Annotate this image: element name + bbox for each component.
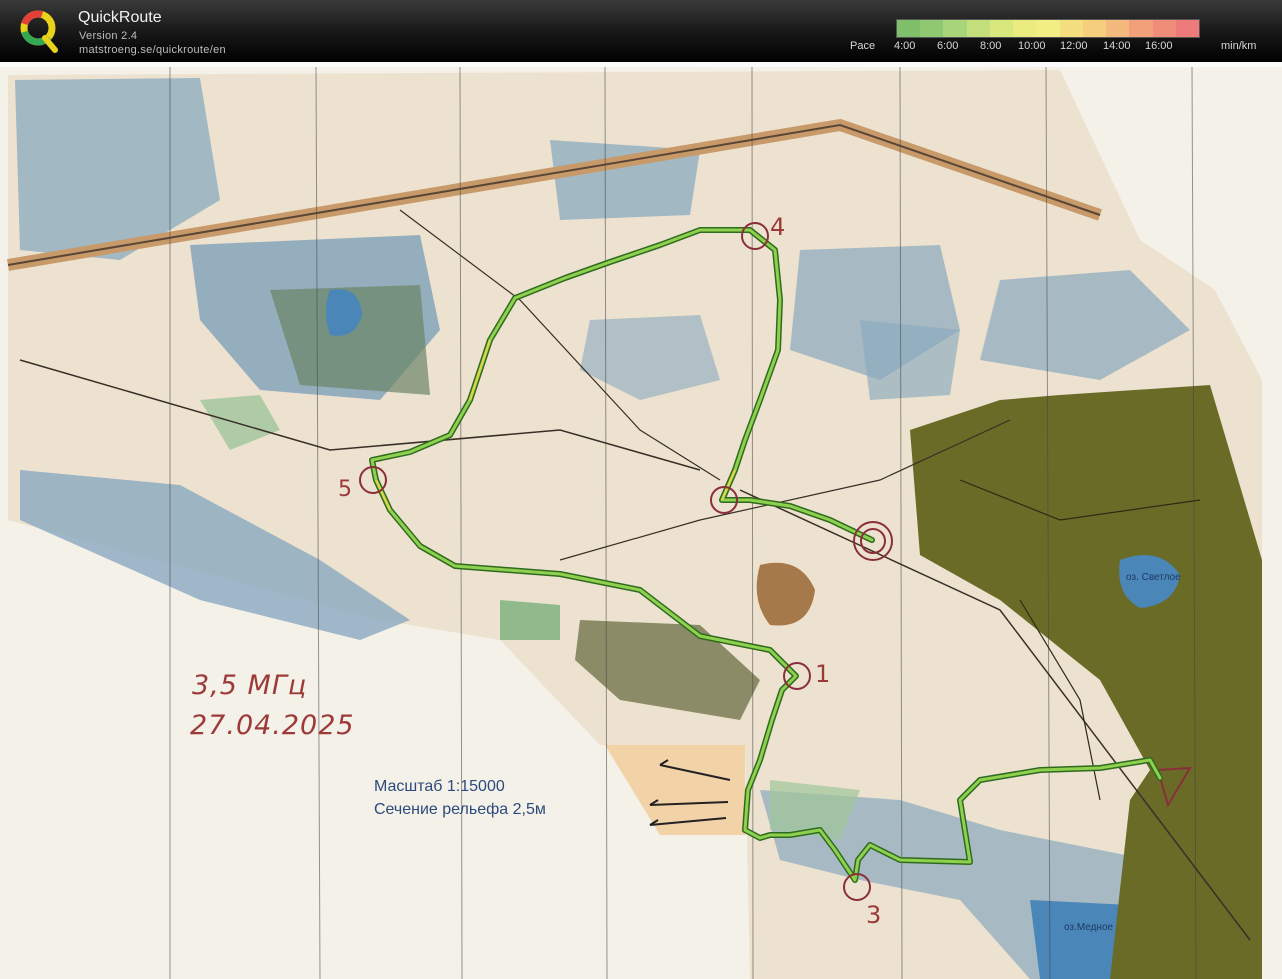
pace-tick: 16:00: [1145, 40, 1173, 52]
app-header: QuickRoute Version 2.4 matstroeng.se/qui…: [0, 0, 1282, 62]
pace-tick: 8:00: [980, 40, 1002, 52]
pace-tick: 12:00: [1060, 40, 1088, 52]
orienteering-map[interactable]: 1 3 4 5 3,5 МГц 27.04.2025 Масштаб 1:150…: [0, 67, 1282, 979]
pace-legend: Pace 4:00 6:00 8:00 10:00 12:00 14:00 16…: [0, 40, 1282, 54]
pace-unit: min/km: [1221, 40, 1257, 52]
control-number-5: 5: [338, 477, 353, 502]
handwritten-date: 27.04.2025: [190, 710, 355, 741]
pace-tick: 14:00: [1103, 40, 1131, 52]
pace-gradient-bar: [896, 19, 1200, 38]
control-number-1: 1: [815, 660, 832, 688]
lake-label-svetloe: оз. Светлое: [1126, 572, 1181, 583]
app-title: QuickRoute: [78, 9, 162, 26]
pace-tick: 10:00: [1018, 40, 1046, 52]
handwritten-frequency: 3,5 МГц: [192, 670, 308, 701]
pace-tick: 4:00: [894, 40, 916, 52]
control-number-4: 4: [770, 213, 787, 241]
map-scale: Масштаб 1:15000: [374, 778, 505, 795]
pace-tick: 6:00: [937, 40, 959, 52]
control-number-3: 3: [866, 901, 883, 929]
lake-label-mednoe: оз.Медное: [1064, 922, 1114, 933]
map-contour-interval: Сечение рельефа 2,5м: [374, 801, 546, 818]
map-canvas: [0, 67, 1282, 979]
pace-label: Pace: [850, 40, 876, 52]
